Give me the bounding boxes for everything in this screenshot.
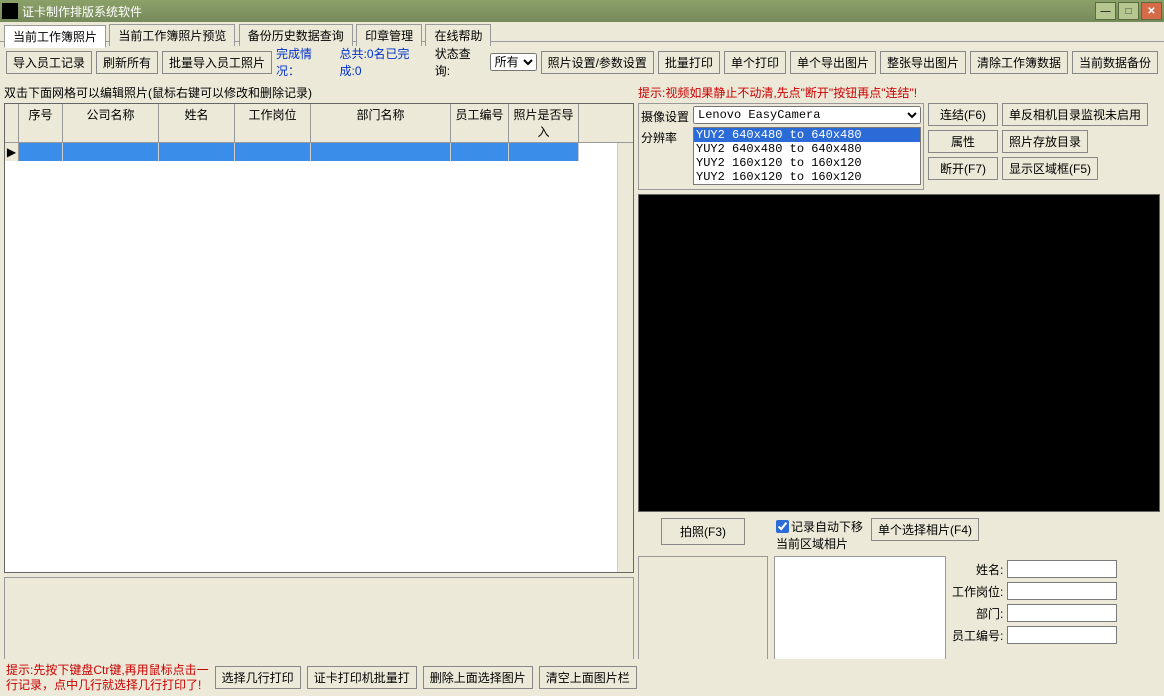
backup-button[interactable]: 当前数据备份 — [1072, 51, 1158, 74]
col-seq[interactable]: 序号 — [19, 104, 63, 142]
col-dept[interactable]: 部门名称 — [311, 104, 451, 142]
shoot-button[interactable]: 拍照(F3) — [661, 518, 745, 545]
clear-book-button[interactable]: 清除工作簿数据 — [970, 51, 1068, 74]
camera-preview — [638, 194, 1160, 512]
single-print-button[interactable]: 单个打印 — [724, 51, 786, 74]
resolution-list[interactable]: YUY2 640x480 to 640x480 YUY2 640x480 to … — [693, 127, 921, 185]
dept-label: 部门: — [976, 605, 1003, 622]
show-rect-button[interactable]: 显示区域框(F5) — [1002, 157, 1098, 180]
tab-help[interactable]: 在线帮助 — [425, 24, 491, 46]
col-name[interactable]: 姓名 — [159, 104, 235, 142]
grid-scrollbar[interactable] — [617, 143, 633, 572]
refresh-button[interactable]: 刷新所有 — [96, 51, 158, 74]
camera-device-label: 摄像设置 — [641, 106, 693, 125]
maximize-button[interactable]: □ — [1118, 2, 1139, 20]
single-export-button[interactable]: 单个导出图片 — [790, 51, 876, 74]
select-rows-print-button[interactable]: 选择几行打印 — [215, 666, 301, 689]
connect-button[interactable]: 连结(F6) — [928, 103, 998, 126]
name-label: 姓名: — [976, 561, 1003, 578]
toolbar: 导入员工记录 刷新所有 批量导入员工照片 完成情况： 总共:0名已完成:0 状态… — [0, 42, 1164, 82]
auto-move-label: 记录自动下移 — [791, 518, 863, 535]
tab-preview[interactable]: 当前工作簿照片预览 — [109, 24, 235, 46]
dept-field[interactable] — [1007, 604, 1117, 622]
status-query-label: 状态查询: — [435, 45, 486, 79]
whole-export-button[interactable]: 整张导出图片 — [880, 51, 966, 74]
footer: 提示:先按下键盘Ctr键,再用鼠标点击一 行记录，点中几行就选择几行打印了! 选… — [0, 659, 1164, 696]
tab-history[interactable]: 备份历史数据查询 — [239, 24, 353, 46]
batch-import-button[interactable]: 批量导入员工照片 — [162, 51, 272, 74]
card-printer-batch-button[interactable]: 证卡打印机批量打 — [307, 666, 417, 689]
camera-hint: 提示:视频如果静止不动清,先点"断开"按钮再点"连结"! — [638, 82, 1160, 103]
photo-settings-button[interactable]: 照片设置/参数设置 — [541, 51, 654, 74]
grid-hint: 双击下面网格可以编辑照片(鼠标右键可以修改和删除记录) — [4, 82, 634, 103]
titlebar: 证卡制作排版系统软件 — □ ✕ — [0, 0, 1164, 22]
name-field[interactable] — [1007, 560, 1117, 578]
col-position[interactable]: 工作岗位 — [235, 104, 311, 142]
row-marker-icon: ▶ — [5, 143, 19, 161]
table-row[interactable]: ▶ — [5, 143, 617, 161]
list-item[interactable]: YUY2 160x120 to 160x120 — [694, 156, 920, 170]
current-area-label: 当前区域相片 — [776, 535, 863, 552]
position-label: 工作岗位: — [952, 583, 1003, 600]
app-icon — [2, 3, 18, 19]
list-item[interactable]: YUY2 640x480 to 640x480 — [694, 128, 920, 142]
properties-button[interactable]: 属性 — [928, 130, 998, 153]
auto-move-checkbox[interactable] — [776, 520, 789, 533]
delete-selected-button[interactable]: 删除上面选择图片 — [423, 666, 533, 689]
window-title: 证卡制作排版系统软件 — [22, 3, 1095, 20]
tab-seal[interactable]: 印章管理 — [356, 24, 422, 46]
tabstrip: 当前工作簿照片 当前工作簿照片预览 备份历史数据查询 印章管理 在线帮助 — [0, 22, 1164, 42]
empno-field[interactable] — [1007, 626, 1117, 644]
footer-hint: 提示:先按下键盘Ctr键,再用鼠标点击一 行记录，点中几行就选择几行打印了! — [6, 663, 209, 692]
disconnect-button[interactable]: 断开(F7) — [928, 157, 998, 180]
completion-label: 完成情况： — [276, 45, 335, 79]
col-photo[interactable]: 照片是否导入 — [509, 104, 579, 142]
camera-device-select[interactable]: Lenovo EasyCamera — [693, 106, 921, 124]
minimize-button[interactable]: — — [1095, 2, 1116, 20]
resolution-label: 分辨率 — [641, 127, 693, 146]
col-company[interactable]: 公司名称 — [63, 104, 159, 142]
position-field[interactable] — [1007, 582, 1117, 600]
col-empno[interactable]: 员工编号 — [451, 104, 509, 142]
batch-print-button[interactable]: 批量打印 — [658, 51, 720, 74]
employee-grid[interactable]: 序号 公司名称 姓名 工作岗位 部门名称 员工编号 照片是否导入 ▶ — [4, 103, 634, 573]
clear-images-button[interactable]: 清空上面图片栏 — [539, 666, 637, 689]
dslr-monitor-button[interactable]: 单反相机目录监视未启用 — [1002, 103, 1148, 126]
empno-label: 员工编号: — [952, 627, 1003, 644]
tab-current-photos[interactable]: 当前工作簿照片 — [4, 25, 106, 48]
list-item[interactable]: YUY2 160x120 to 160x120 — [694, 170, 920, 184]
import-employee-button[interactable]: 导入员工记录 — [6, 51, 92, 74]
close-button[interactable]: ✕ — [1141, 2, 1162, 20]
list-item[interactable]: YUY2 640x480 to 640x480 — [694, 142, 920, 156]
status-select[interactable]: 所有 — [490, 53, 537, 71]
single-select-photo-button[interactable]: 单个选择相片(F4) — [871, 518, 979, 541]
completion-value: 总共:0名已完成:0 — [340, 45, 431, 79]
photo-dir-button[interactable]: 照片存放目录 — [1002, 130, 1088, 153]
